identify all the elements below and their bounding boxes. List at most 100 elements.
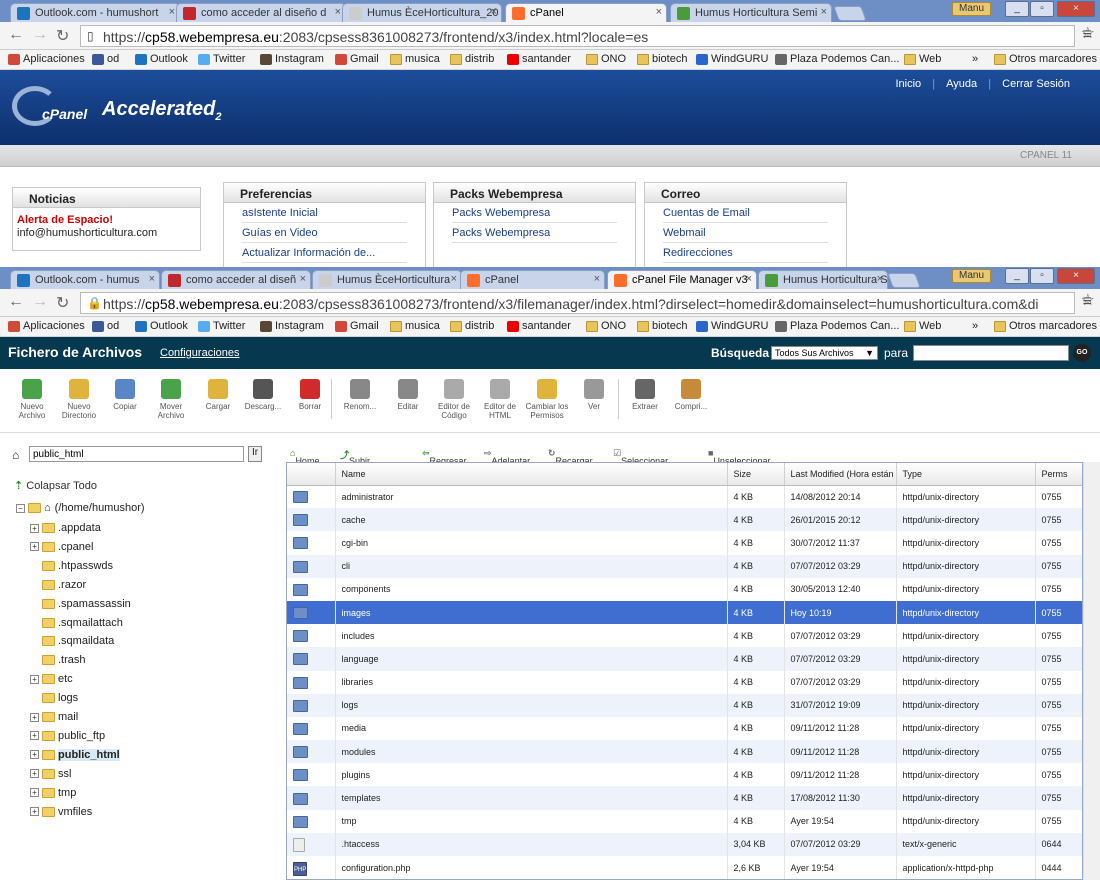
extract-button[interactable]: Extraer [622, 379, 668, 411]
table-row[interactable]: templates 4 KB 17/08/2012 11:30 httpd/unix-… [287, 786, 1082, 810]
expand-toggle-icon[interactable]: + [30, 788, 39, 798]
tree-item[interactable]: + public_ftp [30, 730, 105, 742]
expand-toggle-icon[interactable]: + [30, 523, 39, 533]
close-tab-icon[interactable]: × [451, 273, 457, 285]
bookmark-gmail[interactable]: Gmail [335, 53, 379, 65]
table-row[interactable]: logs 4 KB 31/07/2012 19:09 httpd/unix-direc… [287, 693, 1082, 717]
minimize-icon[interactable]: _ [1005, 1, 1029, 17]
table-row[interactable]: PHP configuration.php 2,6 KB Ayer 19:54 appl… [287, 856, 1082, 879]
column-header[interactable]: Perms [1035, 463, 1082, 486]
bookmark-od[interactable]: od [92, 320, 119, 332]
delete-button[interactable]: Borrar [287, 379, 333, 411]
forward-icon[interactable]: → [32, 293, 48, 311]
bookmark-distrib[interactable]: distrib [450, 53, 494, 65]
bookmark-od[interactable]: od [92, 53, 119, 65]
bookmark-aplicaciones[interactable]: Aplicaciones [8, 320, 85, 332]
bookmark-musica[interactable]: musica [390, 53, 440, 65]
view-button[interactable]: Ver [571, 379, 617, 411]
column-header[interactable]: Last Modified (Hora están [784, 463, 897, 486]
close-tab-icon[interactable]: × [821, 6, 827, 18]
close-tab-icon[interactable]: × [169, 6, 175, 18]
tab-1[interactable]: como acceder al diseño d × [176, 3, 346, 22]
user-profile-button[interactable]: Manu [952, 269, 992, 283]
other-bookmarks[interactable]: Otros marcadores [994, 53, 1097, 65]
bookmark-musica[interactable]: musica [390, 320, 440, 332]
inicio-link[interactable]: Inicio [895, 78, 921, 90]
close-tab-icon[interactable]: × [491, 6, 497, 18]
column-header[interactable]: Type [896, 463, 1036, 486]
column-header[interactable]: Name [335, 463, 728, 486]
code-editor-button[interactable]: Editor de Código [431, 379, 477, 420]
bookmark-web[interactable]: Web [904, 320, 941, 332]
vertical-scrollbar[interactable] [1083, 462, 1100, 880]
compress-button[interactable]: Compri... [668, 379, 714, 411]
other-bookmarks[interactable]: Otros marcadores [994, 320, 1097, 332]
collapse-toggle-icon[interactable]: − [16, 503, 25, 513]
column-header[interactable]: Size [727, 463, 785, 486]
close-tab-icon[interactable]: × [594, 273, 600, 285]
guias-video-link[interactable]: Guías en Video [242, 227, 407, 243]
bookmark-ono[interactable]: ONO [586, 320, 626, 332]
tree-item[interactable]: .sqmailattach [30, 617, 123, 629]
cerrar-sesion-link[interactable]: Cerrar Sesión [1002, 78, 1070, 90]
new-file-button[interactable]: Nuevo Archivo [9, 379, 55, 420]
close-window-icon[interactable]: × [1057, 1, 1095, 17]
bookmarks-overflow-button[interactable]: » [972, 320, 978, 332]
close-tab-icon[interactable]: × [149, 273, 155, 285]
tree-item[interactable]: .razor [30, 579, 86, 591]
upload-button[interactable]: Cargar [195, 379, 241, 411]
back-icon[interactable]: ← [8, 293, 24, 311]
table-row[interactable]: cgi-bin 4 KB 30/07/2012 11:37 httpd/unix-di… [287, 531, 1082, 555]
tree-item[interactable]: + etc [30, 673, 73, 685]
table-row[interactable]: cache 4 KB 26/01/2015 20:12 httpd/unix-dire… [287, 508, 1082, 532]
tree-item[interactable]: .spamassassin [30, 598, 131, 610]
bookmark-distrib[interactable]: distrib [450, 320, 494, 332]
nav-checkbox-checked[interactable]: ☑ Seleccionar todo [613, 448, 668, 476]
table-row[interactable]: administrator 4 KB 14/08/2012 20:14 httpd/u… [287, 485, 1082, 509]
configuraciones-link[interactable]: Configuraciones [160, 347, 240, 359]
tab-3[interactable]: cPanel × [505, 3, 667, 22]
table-row[interactable]: plugins 4 KB 09/11/2012 11:28 httpd/unix-di… [287, 763, 1082, 787]
tree-root[interactable]: − ⌂ (/home/humushor) [16, 502, 145, 514]
table-row[interactable]: includes 4 KB 07/07/2012 03:29 httpd/unix-d… [287, 624, 1082, 648]
close-tab-icon[interactable]: × [656, 6, 662, 18]
reload-icon[interactable]: ↻ [56, 26, 69, 46]
redirecciones-link[interactable]: Redirecciones [663, 247, 828, 263]
packs-link-2[interactable]: Packs Webempresa [452, 227, 617, 243]
bookmark-windguru[interactable]: WindGURU [696, 320, 768, 332]
lock-warning-icon[interactable]: 🔒 [87, 296, 102, 310]
html-editor-button[interactable]: Editor de HTML [477, 379, 523, 420]
menu-icon[interactable]: ≡ [1083, 293, 1092, 311]
table-row[interactable]: language 4 KB 07/07/2012 03:29 httpd/unix-d… [287, 647, 1082, 671]
user-profile-button[interactable]: Manu [952, 2, 992, 16]
close-tab-icon[interactable]: × [746, 273, 752, 285]
cpanel-logo[interactable]: cPanel Accelerated2 [12, 80, 222, 132]
expand-toggle-icon[interactable]: + [30, 750, 39, 760]
bookmark-instagram[interactable]: Instagram [260, 320, 324, 332]
tree-item[interactable]: + vmfiles [30, 806, 92, 818]
cuentas-email-link[interactable]: Cuentas de Email [663, 207, 828, 223]
table-row[interactable]: components 4 KB 30/05/2013 12:40 httpd/unix… [287, 577, 1082, 601]
forward-icon[interactable]: → [32, 26, 48, 44]
expand-toggle-icon[interactable]: + [30, 731, 39, 741]
new-folder-button[interactable]: Nuevo Directorio [56, 379, 102, 420]
url-field[interactable]: 🔒 https://cp58.webempresa.eu:2083/cpsess… [80, 292, 1075, 314]
copy-button[interactable]: Copiar [102, 379, 148, 411]
bookmark-twitter[interactable]: Twitter [198, 320, 245, 332]
tree-item[interactable]: + public_html [30, 748, 120, 761]
bookmark-aplicaciones[interactable]: Aplicaciones [8, 53, 85, 65]
bookmark-windguru[interactable]: WindGURU [696, 53, 768, 65]
tab-3[interactable]: cPanel × [460, 270, 605, 289]
tree-item[interactable]: + tmp [30, 787, 76, 799]
nav-back-arrow[interactable]: ⇦ Regresar [422, 448, 467, 466]
webmail-link[interactable]: Webmail [663, 227, 828, 243]
new-tab-button[interactable] [833, 6, 867, 21]
table-row[interactable]: libraries 4 KB 07/07/2012 03:29 httpd/unix-… [287, 670, 1082, 694]
tab-0[interactable]: Outlook.com - humus × [10, 270, 160, 289]
move-button[interactable]: Mover Archivo [148, 379, 194, 420]
menu-icon[interactable]: ≡ [1083, 26, 1092, 44]
tab-5[interactable]: Humus Horticultura Se × [758, 270, 888, 289]
bookmark-outlook[interactable]: Outlook [135, 53, 188, 65]
bookmark-biotech[interactable]: biotech [637, 320, 687, 332]
table-row[interactable]: media 4 KB 09/11/2012 11:28 httpd/unix-dire… [287, 716, 1082, 741]
